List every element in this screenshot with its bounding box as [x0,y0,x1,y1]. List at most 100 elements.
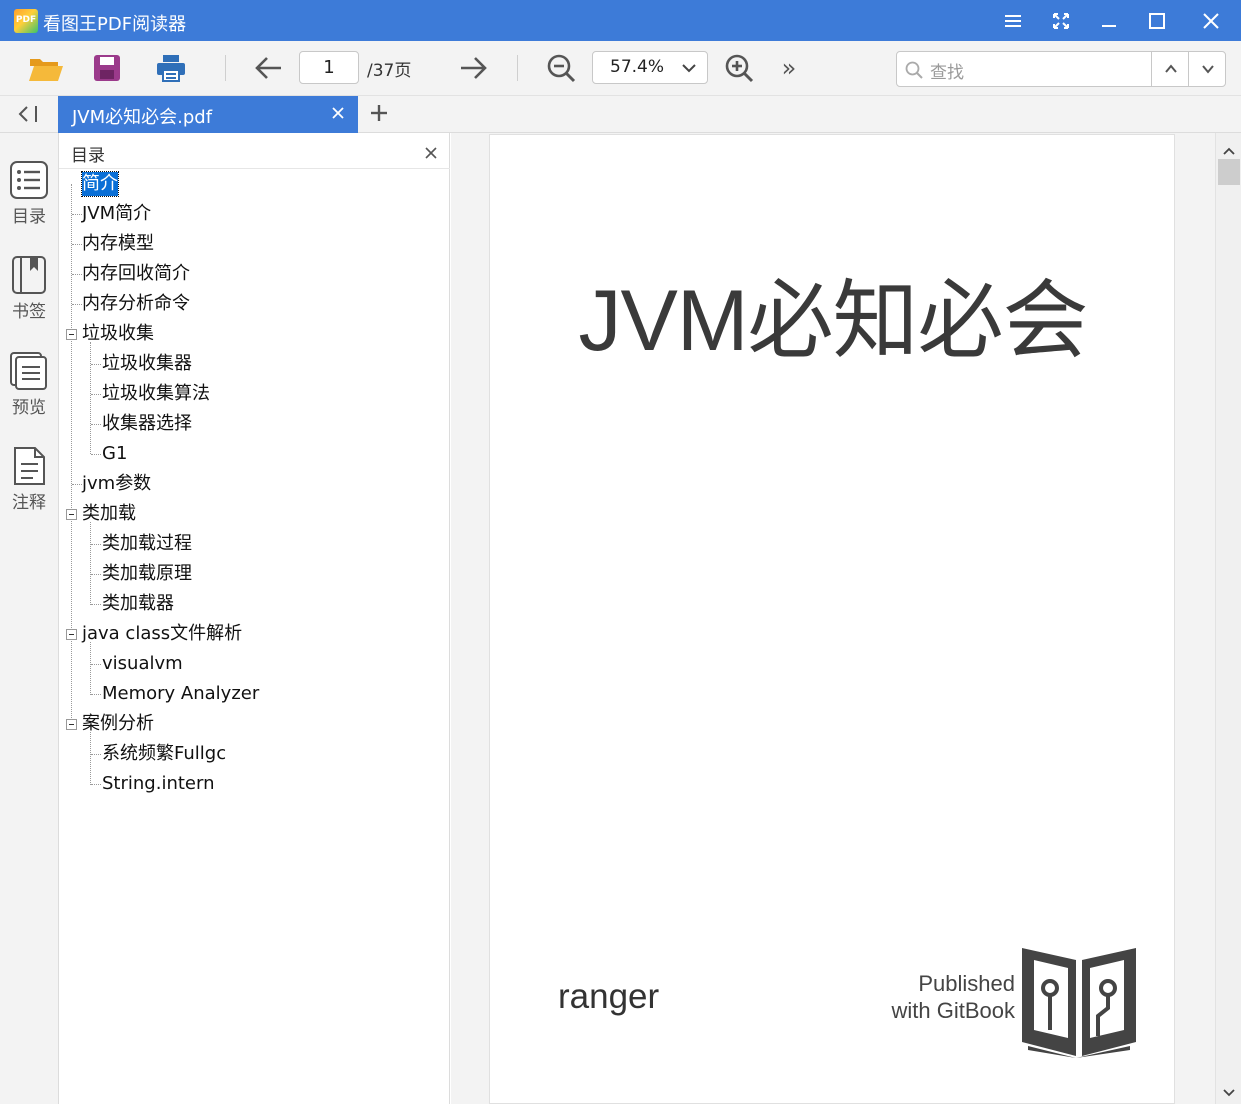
collapse-sidebar-button[interactable] [16,104,40,128]
scrollbar-thumb[interactable] [1218,159,1240,185]
tree-line [91,694,101,695]
toc-item[interactable]: 内存回收简介 [82,262,190,286]
tab-bar: JVM必知必会.pdf [0,96,1241,133]
toc-item[interactable]: 内存分析命令 [82,292,190,316]
toc-item[interactable]: 收集器选择 [102,412,192,436]
toc-item[interactable]: 系统频繁Fullgc [102,742,226,766]
toc-item[interactable]: 类加载器 [102,592,174,616]
toc-item[interactable]: 简介 [81,171,119,197]
toc-close-button[interactable] [425,144,437,163]
tree-line [91,424,101,425]
fullscreen-button[interactable] [1037,0,1085,41]
toc-item[interactable]: 垃圾收集算法 [102,382,210,406]
zoom-select[interactable]: 57.4% [592,51,708,84]
document-viewport[interactable]: JVM必知必会 ranger Published with GitBook [451,133,1215,1104]
collapse-left-icon [18,106,37,122]
tree-line [91,784,101,785]
tree-collapse-toggle[interactable] [66,509,77,520]
toc-item[interactable]: Memory Analyzer [102,682,259,706]
tree-line [72,274,82,275]
toc-item[interactable]: 类加载过程 [102,532,192,556]
toc-item[interactable]: 类加载 [82,502,136,526]
toc-item[interactable]: 内存模型 [82,232,154,256]
toc-item[interactable]: 垃圾收集 [82,322,154,346]
zoom-in-button[interactable] [722,52,756,84]
close-icon [332,107,344,119]
list-icon [10,161,48,199]
title-bar: PDF 看图王PDF阅读器 [0,0,1241,41]
tree-line [91,364,101,365]
tab-label: JVM必知必会.pdf [72,107,213,128]
zoom-out-icon [547,54,576,83]
tree-line [72,214,82,215]
chevron-down-icon [1223,1089,1235,1097]
tree-line [91,604,101,605]
close-window-button[interactable] [1187,0,1235,41]
bookmark-icon [12,256,46,294]
tree-line [72,484,82,485]
toolbar-divider [517,55,518,81]
search-next-button[interactable] [1188,52,1226,86]
zoom-out-button[interactable] [544,52,578,84]
print-button[interactable] [152,52,190,84]
tree-collapse-toggle[interactable] [66,329,77,340]
toc-item[interactable]: java class文件解析 [82,622,242,646]
search-field[interactable]: 查找 [896,51,1226,87]
pages-preview-icon [10,352,47,390]
toc-item[interactable]: String.intern [102,772,214,796]
tree-line [90,522,91,605]
next-page-button[interactable] [456,54,490,82]
tab-document[interactable]: JVM必知必会.pdf [58,96,358,133]
pdf-page: JVM必知必会 ranger Published with GitBook [489,134,1175,1104]
new-tab-button[interactable] [369,103,389,127]
toolbar-divider [225,55,226,81]
tree-line [90,342,91,454]
toc-item[interactable]: 案例分析 [82,712,154,736]
minimize-icon [1102,24,1116,27]
gitbook-logo-icon [1022,948,1136,1058]
toc-panel: 目录 简介 JVM简介 内存模型 内存回收简介 内存分析命令 垃圾收集 垃圾收集… [59,133,450,1104]
toc-item[interactable]: visualvm [102,652,183,676]
tree-line [71,184,72,724]
toc-item[interactable]: JVM简介 [82,202,151,226]
tree-line [91,574,101,575]
maximize-icon [1149,12,1165,29]
page-number-input[interactable]: 1 [299,51,359,84]
search-placeholder: 查找 [930,63,964,83]
zoom-value: 57.4% [610,57,665,77]
tree-line [91,754,101,755]
printer-icon [157,55,185,82]
search-icon [905,61,923,83]
annotation-icon [14,447,45,485]
rail-item-bookmarks[interactable]: 书签 [0,255,58,322]
tree-line [72,304,82,305]
tree-line [90,642,91,695]
rail-item-toc[interactable]: 目录 [0,160,58,227]
chevron-down-icon [681,60,697,79]
tree-collapse-toggle[interactable] [66,629,77,640]
arrow-right-icon [461,57,487,79]
open-file-button[interactable] [27,52,65,84]
hamburger-icon [1005,14,1021,27]
toc-item[interactable]: G1 [102,442,127,466]
sidebar-rail: 目录 书签 预览 注释 [0,133,59,1104]
toc-item[interactable]: 垃圾收集器 [102,352,192,376]
vertical-scrollbar[interactable] [1215,133,1241,1104]
more-tools-button[interactable]: » [776,54,802,82]
previous-page-button[interactable] [252,54,286,82]
rail-item-preview[interactable]: 预览 [0,351,58,418]
minimize-button[interactable] [1085,0,1133,41]
tree-collapse-toggle[interactable] [66,719,77,730]
tab-close-button[interactable] [331,105,345,124]
save-button[interactable] [90,52,124,84]
expand-icon [1053,12,1069,29]
menu-button[interactable] [989,0,1037,41]
chevron-up-icon [1164,64,1177,73]
toc-item[interactable]: jvm参数 [82,472,151,496]
scroll-up-button[interactable] [1222,141,1236,160]
search-previous-button[interactable] [1151,52,1189,86]
maximize-button[interactable] [1133,0,1181,41]
rail-item-annotations[interactable]: 注释 [0,446,58,513]
scroll-down-button[interactable] [1222,1083,1236,1102]
toc-item[interactable]: 类加载原理 [102,562,192,586]
